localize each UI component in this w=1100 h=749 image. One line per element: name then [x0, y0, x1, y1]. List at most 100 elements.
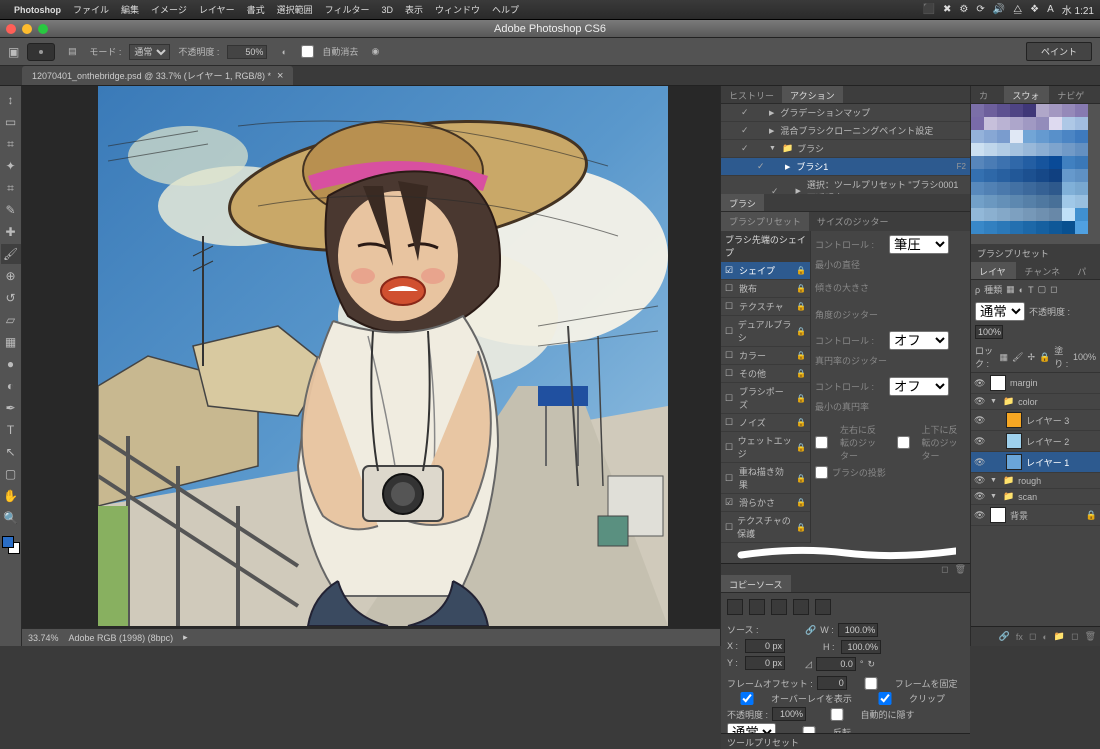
- layer-mask-icon[interactable]: ◻: [1029, 631, 1036, 642]
- swatch[interactable]: [1062, 104, 1075, 117]
- swatch[interactable]: [1049, 169, 1062, 182]
- adjustment-layer-icon[interactable]: ◐: [1042, 632, 1047, 642]
- swatch[interactable]: [984, 143, 997, 156]
- swatch[interactable]: [971, 182, 984, 195]
- hand-tool[interactable]: ✋: [1, 486, 21, 506]
- overlay-blend-select[interactable]: 通常: [727, 723, 776, 733]
- brush-tool[interactable]: 🖌: [1, 244, 21, 264]
- type-tool[interactable]: T: [1, 420, 21, 440]
- swatch[interactable]: [1023, 156, 1036, 169]
- swatch[interactable]: [971, 221, 984, 234]
- swatches-panel[interactable]: [971, 104, 1100, 244]
- swatch[interactable]: [997, 104, 1010, 117]
- swatch[interactable]: [1062, 130, 1075, 143]
- clip-checkbox[interactable]: [865, 692, 905, 705]
- move-tool[interactable]: ↕: [1, 90, 21, 110]
- invert-checkbox[interactable]: [789, 726, 829, 733]
- tab-channels[interactable]: チャンネル: [1016, 262, 1069, 279]
- action-row[interactable]: ✓▶混合ブラシクローニングペイント設定: [721, 122, 970, 140]
- swatch[interactable]: [1023, 104, 1036, 117]
- link-icon[interactable]: 🔗: [805, 625, 816, 636]
- swatch[interactable]: [1075, 195, 1088, 208]
- swatch[interactable]: [997, 169, 1010, 182]
- action-row[interactable]: ✓▶選択：ツールプリセット "ブラシ0001 不透明度": [721, 176, 970, 194]
- lock-frame-checkbox[interactable]: [851, 677, 891, 690]
- swatch[interactable]: [1075, 182, 1088, 195]
- brush-option[interactable]: ☐その他🔒: [721, 365, 810, 383]
- swatch[interactable]: [984, 182, 997, 195]
- swatch[interactable]: [1036, 208, 1049, 221]
- tab-navigator[interactable]: ナビゲーター: [1049, 86, 1100, 103]
- swatch[interactable]: [1010, 182, 1023, 195]
- menu-file[interactable]: ファイル: [73, 3, 109, 16]
- swatch[interactable]: [1010, 117, 1023, 130]
- tab-brush[interactable]: ブラシ: [721, 194, 764, 211]
- pressure-opacity-icon[interactable]: ◐: [275, 43, 293, 61]
- swatch[interactable]: [997, 117, 1010, 130]
- clone-source-4[interactable]: [793, 599, 809, 615]
- tab-layers[interactable]: レイヤー: [971, 262, 1016, 279]
- brush-option[interactable]: ☐重ね描き効果🔒: [721, 463, 810, 494]
- wand-tool[interactable]: ✦: [1, 156, 21, 176]
- swatch[interactable]: [1049, 208, 1062, 221]
- marquee-tool[interactable]: ▭: [1, 112, 21, 132]
- swatch[interactable]: [997, 195, 1010, 208]
- menubar-icon[interactable]: ✖: [943, 4, 951, 15]
- brush-option[interactable]: ☐デュアルブラシ🔒: [721, 316, 810, 347]
- swatch[interactable]: [1010, 104, 1023, 117]
- filter-type-icon[interactable]: T: [1028, 285, 1034, 295]
- layer-row[interactable]: 👁レイヤー 1: [971, 452, 1100, 473]
- visibility-icon[interactable]: 👁: [974, 457, 986, 468]
- brush-option[interactable]: ☐散布🔒: [721, 280, 810, 298]
- close-window-button[interactable]: [6, 24, 16, 34]
- history-brush-tool[interactable]: ↺: [1, 288, 21, 308]
- swatch[interactable]: [984, 104, 997, 117]
- control-select[interactable]: 筆圧: [889, 235, 949, 254]
- brush-option[interactable]: ☑滑らかさ🔒: [721, 494, 810, 512]
- document-canvas[interactable]: [98, 86, 668, 626]
- brush-presets-button[interactable]: ブラシプリセット: [721, 212, 809, 231]
- swatch[interactable]: [984, 117, 997, 130]
- filter-pixel-icon[interactable]: ▦: [1006, 284, 1015, 295]
- flip-y-checkbox[interactable]: [897, 436, 910, 449]
- layer-opacity-field[interactable]: 100%: [975, 325, 1003, 339]
- status-arrow-icon[interactable]: ▸: [183, 632, 188, 643]
- menubar-icon[interactable]: A: [1047, 4, 1054, 15]
- lasso-tool[interactable]: ⌗: [1, 134, 21, 154]
- menubar-icon[interactable]: ⟳: [976, 4, 984, 15]
- swatch[interactable]: [1049, 104, 1062, 117]
- opacity-field[interactable]: 50%: [227, 45, 267, 59]
- angle-control-select[interactable]: オフ: [889, 331, 949, 350]
- swatch[interactable]: [1036, 195, 1049, 208]
- swatch[interactable]: [1023, 182, 1036, 195]
- zoom-tool[interactable]: 🔍: [1, 508, 21, 528]
- swatch[interactable]: [1036, 221, 1049, 234]
- swatch[interactable]: [997, 221, 1010, 234]
- new-preset-icon[interactable]: ◻: [941, 564, 948, 575]
- layer-row[interactable]: 👁▼📁color: [971, 394, 1100, 410]
- layer-blend-select[interactable]: 通常: [975, 302, 1025, 321]
- swatch[interactable]: [1062, 182, 1075, 195]
- swatch[interactable]: [1010, 195, 1023, 208]
- heal-tool[interactable]: ✚: [1, 222, 21, 242]
- filter-adjust-icon[interactable]: ◐: [1019, 285, 1024, 295]
- menu-3d[interactable]: 3D: [381, 5, 393, 15]
- swatch[interactable]: [1023, 169, 1036, 182]
- clone-source-1[interactable]: [727, 599, 743, 615]
- swatch[interactable]: [971, 117, 984, 130]
- pen-tool[interactable]: ✒: [1, 398, 21, 418]
- layer-row[interactable]: 👁margin: [971, 373, 1100, 394]
- swatch[interactable]: [1062, 208, 1075, 221]
- menu-window[interactable]: ウィンドウ: [435, 3, 480, 16]
- eraser-tool[interactable]: ▱: [1, 310, 21, 330]
- filter-smart-icon[interactable]: ◻: [1050, 284, 1057, 295]
- swatch[interactable]: [1023, 195, 1036, 208]
- swatch[interactable]: [1049, 156, 1062, 169]
- swatch[interactable]: [997, 143, 1010, 156]
- visibility-icon[interactable]: 👁: [974, 491, 986, 502]
- pressure-size-icon[interactable]: ◉: [366, 43, 384, 61]
- swatch[interactable]: [971, 104, 984, 117]
- group-icon[interactable]: 📁: [1054, 631, 1065, 642]
- auto-erase-checkbox[interactable]: [301, 45, 314, 58]
- tab-copy-source[interactable]: コピーソース: [721, 575, 791, 592]
